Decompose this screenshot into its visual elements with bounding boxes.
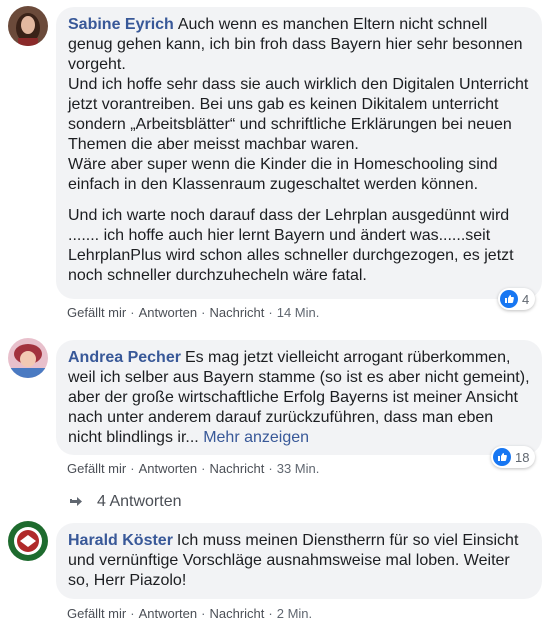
comment-actions: Gefällt mir · Antworten · Nachricht · 14 Min. [67, 305, 319, 321]
comment-body: Harald Köster Ich muss meinen Dienstherrn… [68, 531, 530, 591]
reply-arrow-icon [70, 497, 82, 506]
comment-bubble: Andrea Pecher Es mag jetzt vielleicht arr… [56, 340, 542, 455]
reaction-number: 4 [522, 291, 530, 307]
like-button[interactable]: Gefällt mir [67, 606, 126, 621]
show-more-link[interactable]: Mehr anzeigen [203, 429, 309, 446]
separator: · [201, 305, 206, 320]
reply-button[interactable]: Antworten [139, 305, 198, 320]
separator: · [268, 461, 273, 476]
separator: · [201, 461, 206, 476]
reaction-number: 18 [515, 449, 530, 465]
avatar[interactable] [8, 6, 48, 46]
message-button[interactable]: Nachricht [209, 606, 264, 621]
comment-bubble: Sabine Eyrich Auch wenn es manchen Eltern… [56, 7, 542, 299]
comment-bubble: Harald Köster Ich muss meinen Dienstherrn… [56, 523, 542, 599]
like-icon [500, 290, 518, 308]
separator: · [268, 305, 273, 320]
like-button[interactable]: Gefällt mir [67, 305, 126, 320]
comment-body: Andrea Pecher Es mag jetzt vielleicht arr… [68, 348, 530, 448]
comment-text-paragraph: Und ich warte noch darauf dass der Lehrp… [68, 207, 514, 284]
separator: · [130, 461, 135, 476]
reply-button[interactable]: Antworten [139, 606, 198, 621]
view-replies-link[interactable]: 4 Antworten [67, 493, 182, 511]
avatar[interactable] [8, 338, 48, 378]
separator: · [268, 606, 273, 621]
comment-actions: Gefällt mir · Antworten · Nachricht · 2 Min. [67, 606, 312, 622]
separator: · [130, 305, 135, 320]
message-button[interactable]: Nachricht [209, 305, 264, 320]
reaction-count[interactable]: 18 [491, 446, 536, 468]
reaction-count[interactable]: 4 [498, 288, 536, 310]
comment-author[interactable]: Harald Köster [68, 532, 173, 549]
reply-button[interactable]: Antworten [139, 461, 198, 476]
comment-timestamp[interactable]: 14 Min. [277, 305, 320, 320]
comment-timestamp[interactable]: 2 Min. [277, 606, 312, 621]
separator: · [130, 606, 135, 621]
comment-text-line: Wäre aber super wenn die Kinder die in H… [68, 156, 498, 193]
like-button[interactable]: Gefällt mir [67, 461, 126, 476]
comment-actions: Gefällt mir · Antworten · Nachricht · 33 Min. [67, 461, 319, 477]
avatar[interactable] [8, 521, 48, 561]
comment-text-line: Und ich hoffe sehr dass sie auch wirklic… [68, 76, 529, 153]
like-icon [493, 448, 511, 466]
message-button[interactable]: Nachricht [209, 461, 264, 476]
comment-author[interactable]: Andrea Pecher [68, 349, 181, 366]
comment-body: Sabine Eyrich Auch wenn es manchen Eltern… [68, 15, 530, 195]
comment-timestamp[interactable]: 33 Min. [277, 461, 320, 476]
comment-author[interactable]: Sabine Eyrich [68, 16, 174, 33]
separator: · [201, 606, 206, 621]
replies-count: 4 Antworten [97, 493, 182, 510]
